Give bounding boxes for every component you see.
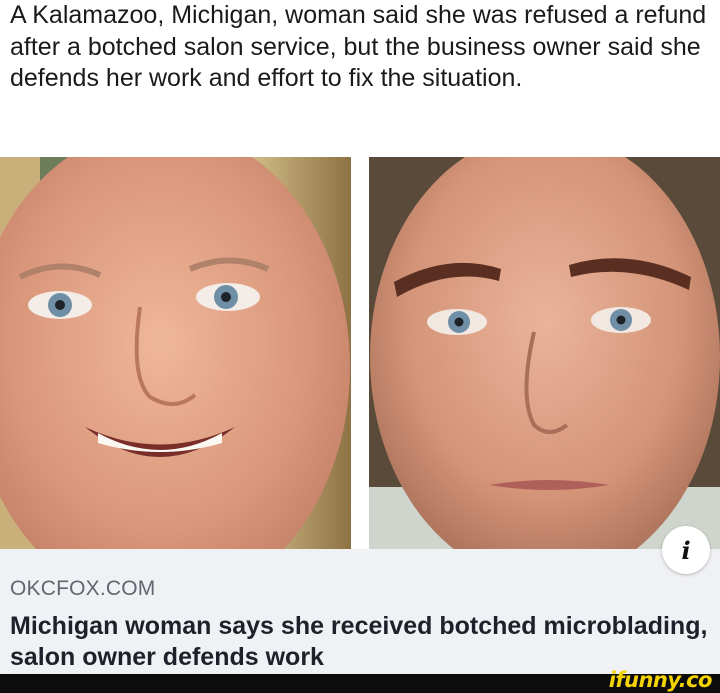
ifunny-watermark: ifunny.co bbox=[608, 668, 713, 692]
photo-before[interactable] bbox=[0, 157, 351, 549]
footer-bar: ifunny.co bbox=[0, 668, 720, 693]
link-source: OKCFOX.COM bbox=[10, 577, 156, 600]
photo-collage[interactable] bbox=[0, 157, 720, 549]
link-headline[interactable]: Michigan woman says she received botched… bbox=[10, 611, 710, 673]
post-text: A Kalamazoo, Michigan, woman said she wa… bbox=[10, 1, 707, 92]
photo-after[interactable] bbox=[369, 157, 720, 549]
link-preview-card[interactable]: i OKCFOX.COM Michigan woman says she rec… bbox=[0, 526, 720, 674]
info-icon[interactable]: i bbox=[662, 526, 710, 574]
